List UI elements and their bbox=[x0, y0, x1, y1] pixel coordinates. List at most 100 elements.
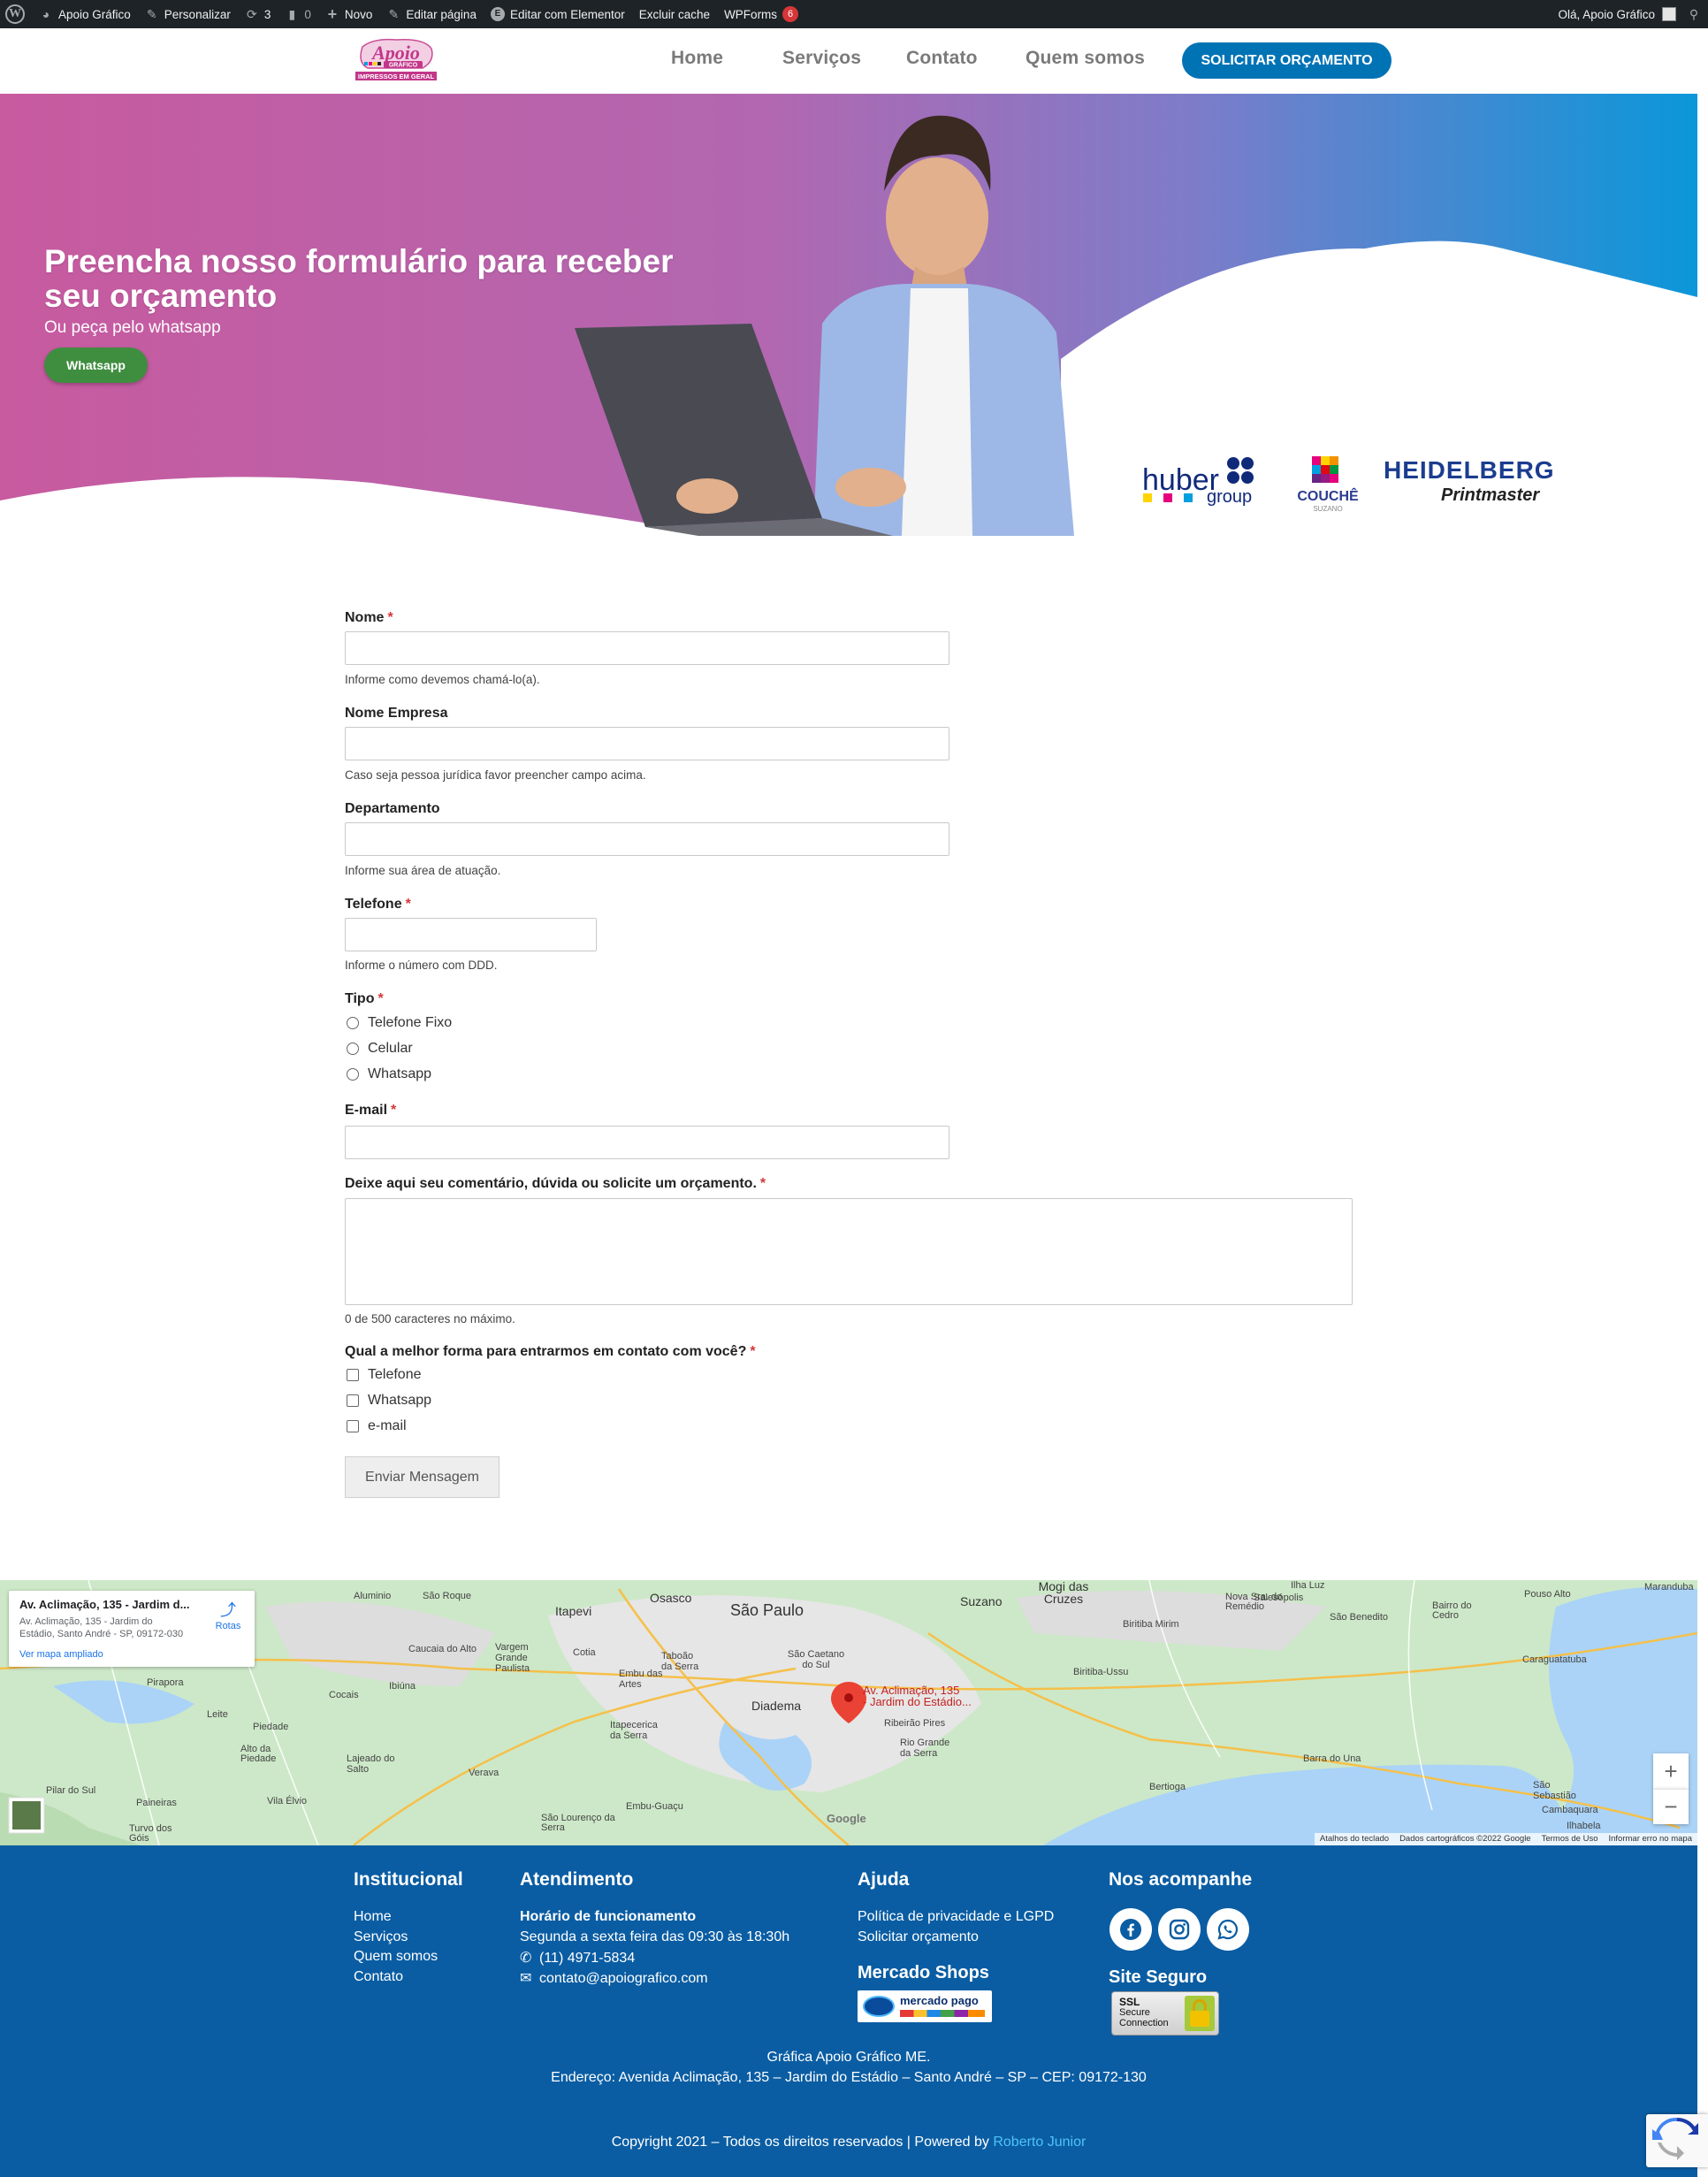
contato-option-email[interactable]: e-mail bbox=[347, 1418, 407, 1434]
empresa-input[interactable] bbox=[345, 727, 949, 760]
facebook-button[interactable] bbox=[1109, 1908, 1152, 1951]
wp-logo-button[interactable]: W bbox=[0, 0, 32, 28]
submit-button[interactable]: Enviar Mensagem bbox=[345, 1456, 499, 1498]
map-city-label: Cocais bbox=[329, 1690, 359, 1700]
map-city-label: Ibiúna bbox=[389, 1681, 416, 1692]
my-account-link[interactable]: Olá, Apoio Gráfico ⚲ bbox=[1558, 0, 1701, 28]
footer-link-contato[interactable]: Contato bbox=[354, 1969, 403, 1985]
option-label: Whatsapp bbox=[368, 1066, 432, 1081]
recaptcha-icon bbox=[1652, 2117, 1698, 2160]
nome-label: Nome * bbox=[345, 610, 393, 626]
report-error-link[interactable]: Informar erro no mapa bbox=[1603, 1833, 1697, 1845]
map-card-address: Av. Aclimação, 135 - Jardim do Estádio, S… bbox=[19, 1616, 183, 1640]
nome-input[interactable] bbox=[345, 631, 949, 665]
edit-page-link[interactable]: ✎ Editar página bbox=[379, 0, 484, 28]
wpforms-link[interactable]: WPForms 6 bbox=[717, 0, 805, 28]
zoom-out-button[interactable]: − bbox=[1653, 1789, 1689, 1824]
departamento-label: Departamento bbox=[345, 801, 440, 816]
footer-link-quote[interactable]: Solicitar orçamento bbox=[858, 1929, 979, 1945]
comments-link[interactable]: ▮ 0 bbox=[278, 0, 318, 28]
email-input[interactable] bbox=[345, 1126, 949, 1159]
contato-option-telefone[interactable]: Telefone bbox=[347, 1367, 422, 1383]
map-city-label: Bertioga bbox=[1149, 1782, 1186, 1792]
larger-map-link[interactable]: Ver mapa ampliado bbox=[19, 1649, 103, 1660]
comments-count: 0 bbox=[304, 7, 311, 21]
footer-phone[interactable]: ✆ (11) 4971-5834 bbox=[520, 1949, 635, 1967]
logo-tagline: IMPRESSOS EM GERAL bbox=[358, 73, 435, 80]
google-map[interactable]: São Paulo Diadema Osasco Suzano Mogi das… bbox=[0, 1580, 1697, 1845]
map-city-label: Osasco bbox=[650, 1591, 692, 1605]
radio-button[interactable] bbox=[347, 1017, 359, 1029]
customize-link[interactable]: ✎ Personalizar bbox=[138, 0, 238, 28]
pencil-icon: ✎ bbox=[388, 7, 400, 21]
instagram-button[interactable] bbox=[1158, 1908, 1201, 1951]
map-city-label: Biritiba-Ussu bbox=[1073, 1667, 1129, 1677]
site-logo[interactable]: Apoio GRÁFICO IMPRESSOS EM GERAL bbox=[355, 38, 437, 84]
map-card-title: Av. Aclimação, 135 - Jardim d... bbox=[19, 1598, 190, 1611]
updates-link[interactable]: ⟳ 3 bbox=[238, 0, 278, 28]
nav-home[interactable]: Home bbox=[671, 48, 723, 69]
map-city-label: Vargem Grande Paulista bbox=[495, 1642, 530, 1674]
telefone-label: Telefone * bbox=[345, 897, 411, 913]
map-city-label: Piedade bbox=[253, 1722, 289, 1732]
padlock-icon bbox=[1185, 1996, 1215, 2031]
footer-atendimento-title: Atendimento bbox=[520, 1869, 634, 1890]
mercado-pago-badge[interactable]: mercado pago bbox=[858, 1990, 992, 2022]
customize-label: Personalizar bbox=[164, 7, 231, 21]
footer-email[interactable]: ✉ contato@apoiografico.com bbox=[520, 1969, 708, 1987]
clear-cache-link[interactable]: Excluir cache bbox=[632, 0, 717, 28]
comentario-label: Deixe aqui seu comentário, dúvida ou sol… bbox=[345, 1176, 766, 1192]
departamento-input[interactable] bbox=[345, 822, 949, 856]
nav-contato[interactable]: Contato bbox=[906, 48, 978, 69]
footer-link-home[interactable]: Home bbox=[354, 1909, 392, 1925]
map-city-label: Paineiras bbox=[136, 1798, 177, 1808]
envelope-icon: ✉ bbox=[520, 1971, 532, 1986]
whatsapp-button[interactable]: Whatsapp bbox=[44, 348, 148, 383]
page: W ◕ Apoio Gráfico ✎ Personalizar ⟳ 3 ▮ 0… bbox=[0, 0, 1708, 2177]
map-city-label: São Roque bbox=[423, 1591, 472, 1601]
tipo-option-whatsapp[interactable]: Whatsapp bbox=[347, 1066, 431, 1082]
empresa-help: Caso seja pessoa jurídica favor preenche… bbox=[345, 768, 646, 782]
checkbox[interactable] bbox=[347, 1394, 359, 1407]
comentario-textarea[interactable] bbox=[345, 1198, 1353, 1305]
map-city-label: São Paulo bbox=[730, 1601, 804, 1619]
nav-servicos[interactable]: Serviços bbox=[782, 48, 861, 69]
footer-link-servicos[interactable]: Serviços bbox=[354, 1929, 408, 1945]
radio-button[interactable] bbox=[347, 1068, 359, 1081]
map-city-label: São Lourenço da Serra bbox=[541, 1813, 615, 1833]
nav-quem-somos[interactable]: Quem somos bbox=[1026, 48, 1145, 69]
new-content-link[interactable]: + Novo bbox=[318, 0, 380, 28]
footer-phone-text: (11) 4971-5834 bbox=[539, 1951, 636, 1966]
address-line: Estádio, Santo André - SP, 09172-030 bbox=[19, 1629, 184, 1639]
telefone-input[interactable] bbox=[345, 918, 597, 951]
radio-button[interactable] bbox=[347, 1043, 359, 1055]
footer-link-quem-somos[interactable]: Quem somos bbox=[354, 1949, 438, 1965]
edit-page-label: Editar página bbox=[406, 7, 477, 21]
terms-link[interactable]: Termos de Uso bbox=[1536, 1833, 1604, 1845]
search-icon[interactable]: ⚲ bbox=[1687, 7, 1701, 21]
map-city-label: Caucaia do Alto bbox=[408, 1644, 477, 1654]
checkbox[interactable] bbox=[347, 1420, 359, 1432]
request-quote-button[interactable]: SOLICITAR ORÇAMENTO bbox=[1182, 42, 1392, 79]
author-link[interactable]: Roberto Junior bbox=[993, 2135, 1086, 2150]
new-label: Novo bbox=[344, 7, 373, 21]
elementor-link[interactable]: E Editar com Elementor bbox=[484, 0, 632, 28]
recaptcha-badge[interactable] bbox=[1646, 2114, 1708, 2167]
nome-help: Informe como devemos chamá-lo(a). bbox=[345, 673, 540, 686]
whatsapp-social-button[interactable] bbox=[1207, 1908, 1249, 1951]
site-name-link[interactable]: ◕ Apoio Gráfico bbox=[32, 0, 138, 28]
zoom-in-button[interactable]: + bbox=[1653, 1753, 1689, 1789]
tipo-option-celular[interactable]: Celular bbox=[347, 1041, 413, 1057]
keyboard-shortcuts-link[interactable]: Atalhos do teclado bbox=[1315, 1833, 1394, 1845]
required-mark: * bbox=[391, 1103, 397, 1118]
footer-link-privacy[interactable]: Política de privacidade e LGPD bbox=[858, 1909, 1054, 1925]
contato-option-whatsapp[interactable]: Whatsapp bbox=[347, 1393, 431, 1409]
tipo-option-fixo[interactable]: Telefone Fixo bbox=[347, 1015, 452, 1031]
required-mark: * bbox=[387, 610, 393, 625]
wp-admin-bar: W ◕ Apoio Gráfico ✎ Personalizar ⟳ 3 ▮ 0… bbox=[0, 0, 1708, 28]
nome-label-text: Nome bbox=[345, 610, 385, 625]
checkbox[interactable] bbox=[347, 1369, 359, 1381]
required-mark: * bbox=[377, 991, 384, 1006]
hero-title: Preencha nosso formulário para receber s… bbox=[44, 243, 674, 314]
directions-button[interactable]: ⤴ Rotas bbox=[210, 1598, 246, 1631]
